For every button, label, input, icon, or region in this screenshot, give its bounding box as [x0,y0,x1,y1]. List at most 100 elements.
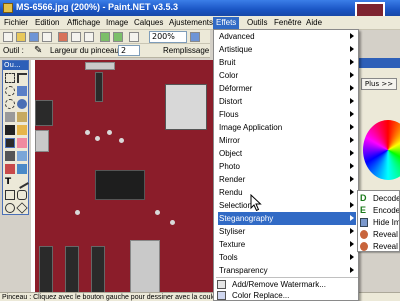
effects-menu: Advanced Artistique Bruit Color Déformer… [213,29,359,301]
rectangle-icon[interactable] [5,190,15,200]
menu-item-label: Steganography [219,214,274,223]
menu-edition[interactable]: Edition [32,17,62,29]
image-canvas[interactable] [31,60,217,294]
submenu-arrow-icon [350,46,354,52]
submenu-arrow-icon [350,111,354,117]
menu-item-transparency[interactable]: Transparency [218,264,356,277]
menu-outils[interactable]: Outils [244,17,270,29]
zoom-select[interactable]: 200% [149,31,187,43]
menu-item-steganography[interactable]: Steganography [218,212,356,225]
menu-item-rendu[interactable]: Rendu [218,186,356,199]
menu-item-label: Mirror [219,136,240,145]
menu-item-distort[interactable]: Distort [218,95,356,108]
paintbrush-icon[interactable] [5,138,15,148]
menu-image[interactable]: Image [103,17,131,29]
recolor-icon[interactable] [5,164,15,174]
paste-icon[interactable] [84,32,94,42]
magic-wand-icon[interactable] [17,99,27,109]
submenu-arrow-icon [350,215,354,221]
redo-icon[interactable] [113,32,123,42]
menu-item-image-application[interactable]: Image Application [218,121,356,134]
tool-label: Outil : [3,46,24,55]
new-file-icon[interactable] [3,32,13,42]
capacitor [95,136,100,141]
lasso-icon[interactable] [5,86,15,96]
menu-item-artistique[interactable]: Artistique [218,43,356,56]
menu-item-flous[interactable]: Flous [218,108,356,121]
steganography-submenu: D Decode E Encode Hide Image Reveal Hidd… [357,190,400,252]
status-text: Pinceau : Cliquez avec le bouton gauche … [2,294,223,301]
menu-item-reveal-hidden-2[interactable]: Reveal Hidden [359,240,399,251]
menu-item-bruit[interactable]: Bruit [218,56,356,69]
menu-item-label: Advanced [219,32,255,41]
paint-bucket-icon[interactable] [5,125,15,135]
clone-stamp-icon[interactable] [17,151,27,161]
capacitor [75,210,80,215]
ellipse-icon[interactable] [5,203,15,213]
copy-icon[interactable] [71,32,81,42]
eraser-icon[interactable] [17,138,27,148]
gradient-icon[interactable] [17,125,27,135]
print-icon[interactable] [42,32,52,42]
submenu-arrow-icon [350,176,354,182]
menu-aide[interactable]: Aide [303,17,325,29]
rectangle-select-icon[interactable] [5,73,15,83]
menu-item-color[interactable]: Color [218,69,356,82]
save-icon[interactable] [29,32,39,42]
menu-item-mirror[interactable]: Mirror [218,134,356,147]
rounded-rectangle-icon[interactable] [17,190,27,200]
menu-item-photo[interactable]: Photo [218,160,356,173]
freeform-shape-icon[interactable] [16,202,28,214]
menu-fichier[interactable]: Fichier [1,17,31,29]
letter-e-icon: E [360,205,367,215]
open-file-icon[interactable] [16,32,26,42]
color-wheel[interactable] [363,120,400,180]
brush-width-input[interactable]: 2 [118,45,140,56]
move-selection-icon[interactable] [17,86,27,96]
menu-item-texture[interactable]: Texture [218,238,356,251]
menu-item-advanced[interactable]: Advanced [218,30,356,43]
menu-item-deformer[interactable]: Déformer [218,82,356,95]
menu-item-color-replace[interactable]: Color Replace... [216,289,358,301]
menu-affichage[interactable]: Affichage [64,17,103,29]
menu-item-label: Bruit [219,58,236,67]
color-replace-icon [217,291,226,300]
submenu-arrow-icon [350,85,354,91]
pci-slot [91,246,105,294]
submenu-arrow-icon [350,33,354,39]
submenu-arrow-icon [350,124,354,130]
menu-item-styliser[interactable]: Styliser [218,225,356,238]
menu-ajustements[interactable]: Ajustements [166,17,216,29]
menu-item-object[interactable]: Object [218,147,356,160]
undo-icon[interactable] [100,32,110,42]
move-icon[interactable] [17,73,27,83]
menu-item-label: Render [219,175,246,184]
pencil-icon[interactable] [5,151,15,161]
menu-fenetre[interactable]: Fenêtre [271,17,305,29]
submenu-arrow-icon [350,254,354,260]
paintnet-app-icon [3,3,13,13]
zoom-tool-icon[interactable] [5,112,15,122]
menu-item-tools[interactable]: Tools [218,251,356,264]
color-picker-icon[interactable] [17,164,27,174]
grid-icon[interactable] [129,32,139,42]
tools-panel: Ou... T [2,60,29,215]
menu-item-label: Color [219,71,239,80]
menu-effets[interactable]: Effets [213,17,240,29]
cpu-socket [165,84,207,130]
brush-width-label: Largeur du pinceau : [50,46,124,55]
ellipse-select-icon[interactable] [5,99,15,109]
pan-icon[interactable] [17,112,27,122]
submenu-arrow-icon [350,98,354,104]
menu-item-label: Déformer [219,84,253,93]
line-tool-icon[interactable] [15,175,29,189]
zoom-in-icon[interactable] [190,32,200,42]
more-colors-button[interactable]: Plus >> [361,78,397,90]
text-tool-icon[interactable]: T [5,177,15,187]
menu-item-render[interactable]: Render [218,173,356,186]
menu-calques[interactable]: Calques [131,17,166,29]
hide-image-icon [360,218,368,227]
brush-icon[interactable]: ✎ [34,45,42,56]
cut-icon[interactable] [58,32,68,42]
menu-item-selection[interactable]: Selection [218,199,356,212]
